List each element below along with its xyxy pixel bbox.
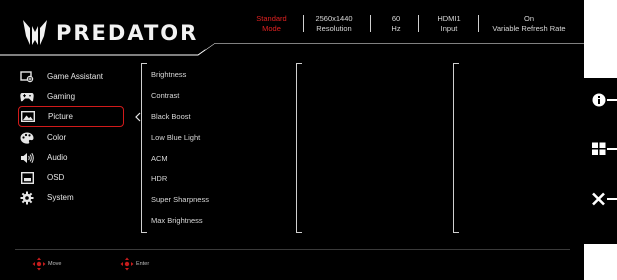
gamepad-icon xyxy=(20,90,34,104)
status-refresh: 60 Hz xyxy=(380,14,412,42)
status-resolution-value: 2560x1440 xyxy=(315,14,353,23)
speaker-icon xyxy=(20,151,34,165)
menu-item-label: System xyxy=(47,193,74,202)
close-icon[interactable] xyxy=(592,192,617,206)
menu-item-picture[interactable]: Picture xyxy=(18,106,124,127)
predator-logo: PREDATOR xyxy=(22,18,198,48)
submenu-item-black-boost[interactable]: Black Boost xyxy=(151,112,191,121)
status-divider xyxy=(418,15,419,32)
predator-emblem-icon xyxy=(23,20,47,45)
status-divider xyxy=(478,15,479,32)
game-assistant-icon xyxy=(20,70,34,84)
picture-icon xyxy=(21,110,35,124)
palette-icon xyxy=(20,131,34,145)
value-bracket xyxy=(296,63,302,233)
status-resolution: 2560x1440 Resolution xyxy=(305,14,363,42)
menu-item-audio[interactable]: Audio xyxy=(18,147,124,168)
menu-item-system[interactable]: System xyxy=(18,187,124,208)
info-icon[interactable] xyxy=(592,93,617,107)
submenu-item-brightness[interactable]: Brightness xyxy=(151,70,186,79)
submenu-item-acm[interactable]: ACM xyxy=(151,154,168,163)
menu-item-label: OSD xyxy=(47,173,65,182)
status-resolution-label: Resolution xyxy=(316,24,352,33)
submenu-item-low-blue-light[interactable]: Low Blue Light xyxy=(151,133,200,142)
submenu-item-hdr[interactable]: HDR xyxy=(151,174,167,183)
submenu-item-contrast[interactable]: Contrast xyxy=(151,91,179,100)
osd-window-icon xyxy=(20,171,34,185)
joystick-move-icon xyxy=(32,257,46,271)
hint-enter: Enter xyxy=(120,257,149,271)
menu-item-label: Gaming xyxy=(47,92,76,101)
menu-grid-icon[interactable] xyxy=(592,142,617,156)
status-divider xyxy=(370,15,371,32)
brand-name: PREDATOR xyxy=(56,21,199,45)
osd-panel: PREDATOR Standard Mode 2560x1440 Resolut… xyxy=(0,0,584,280)
status-refresh-label: Hz xyxy=(391,24,401,33)
status-refresh-value: 60 xyxy=(391,14,401,23)
menu-item-label: Game Assistant xyxy=(47,72,104,81)
status-vrr: On Variable Refresh Rate xyxy=(482,14,576,42)
submenu-item-max-brightness[interactable]: Max Brightness xyxy=(151,216,203,225)
menu-item-gaming[interactable]: Gaming xyxy=(18,86,124,107)
hint-enter-label: Enter xyxy=(136,261,150,267)
detail-bracket xyxy=(453,63,459,233)
status-vrr-value: On xyxy=(523,14,534,23)
hint-move-label: Move xyxy=(48,261,62,267)
status-mode-value: Standard xyxy=(256,14,287,23)
footer-divider xyxy=(15,249,570,250)
hotkey-strip xyxy=(584,78,617,244)
status-divider xyxy=(303,15,304,32)
menu-item-game-assistant[interactable]: Game Assistant xyxy=(18,66,124,87)
status-mode: Standard Mode xyxy=(243,14,300,42)
hint-move: Move xyxy=(32,257,61,271)
status-vrr-label: Variable Refresh Rate xyxy=(492,24,566,33)
menu-item-osd[interactable]: OSD xyxy=(18,167,124,188)
menu-item-label: Color xyxy=(47,133,67,142)
menu-item-label: Audio xyxy=(47,153,68,162)
status-input-label: Input xyxy=(440,24,458,33)
submenu-item-super-sharpness[interactable]: Super Sharpness xyxy=(151,195,209,204)
status-mode-label: Mode xyxy=(262,24,281,33)
joystick-enter-icon xyxy=(120,257,134,271)
menu-item-color[interactable]: Color xyxy=(18,127,124,148)
status-input: HDMI1 Input xyxy=(425,14,473,42)
gear-icon xyxy=(20,191,34,205)
menu-item-label: Picture xyxy=(48,112,73,121)
status-input-value: HDMI1 xyxy=(437,14,461,23)
submenu-bracket xyxy=(141,63,147,233)
